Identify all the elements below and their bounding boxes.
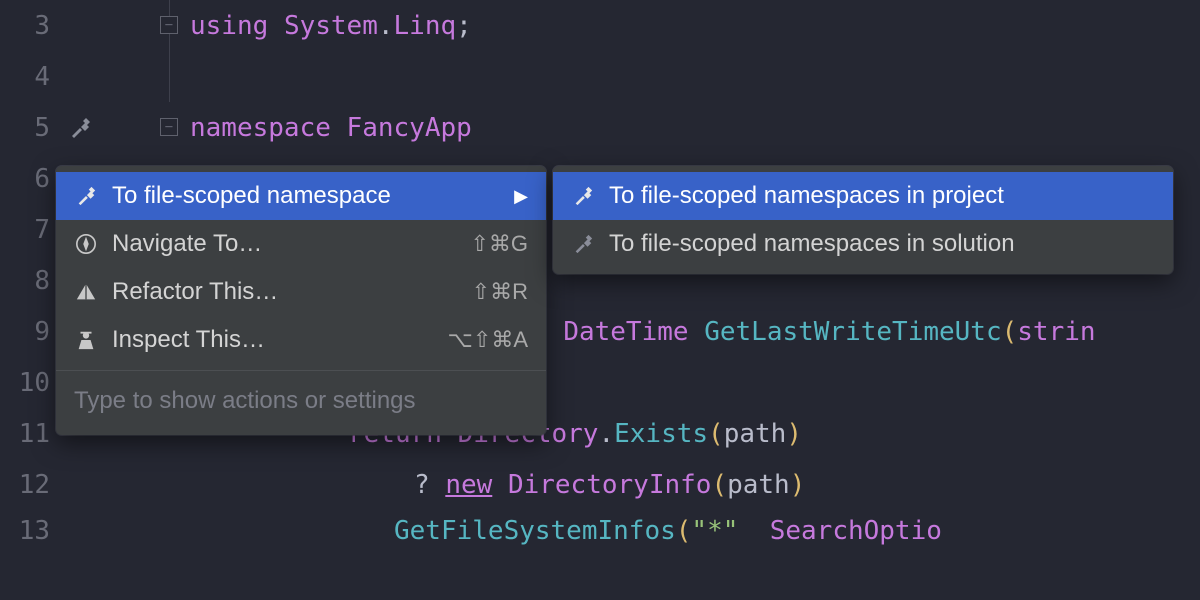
hammer-icon [74, 184, 98, 208]
method-call: Exists [614, 419, 708, 449]
identifier: path [727, 470, 790, 500]
type-ref: DateTime [563, 317, 688, 347]
compass-icon [74, 232, 98, 256]
menu-item-label: To file-scoped namespace [112, 182, 482, 210]
code-line-12: ? new DirectoryInfo(path) [100, 459, 1200, 510]
line-number: 7 [0, 204, 60, 255]
type-ref: DirectoryInfo [508, 470, 712, 500]
line-number: 13 [0, 510, 60, 550]
hammer-icon [571, 232, 595, 256]
line-number: 11 [0, 408, 60, 459]
inspector-icon [74, 328, 98, 352]
keyword-new: new [445, 470, 492, 500]
context-menu: To file-scoped namespace ▶ Navigate To… … [56, 166, 546, 435]
line-number: 5 [0, 102, 60, 153]
line-number: 8 [0, 255, 60, 306]
menu-item-label: Refactor This… [112, 278, 434, 306]
submenu-arrow-icon: ▶ [514, 186, 528, 207]
keyword-namespace: namespace [190, 113, 331, 143]
menu-item-refactor-this[interactable]: Refactor This… ⇧⌘R [56, 268, 546, 316]
code-line-5: namespace FancyApp [100, 102, 1200, 153]
namespace-name: FancyApp [347, 113, 472, 143]
menu-item-label: To file-scoped namespaces in solution [609, 230, 1155, 258]
code-line-13: GetFileSystemInfos("*" SearchOptio [100, 510, 1200, 550]
method-name: GetLastWriteTimeUtc [704, 317, 1001, 347]
line-number: 6 [0, 153, 60, 204]
code-editor: 3 4 5 6 7 8 9 10 11 12 13 − − using Syst… [0, 0, 1200, 600]
pyramid-icon [74, 280, 98, 304]
hammer-icon[interactable] [60, 102, 100, 153]
menu-shortcut: ⇧⌘G [470, 231, 528, 257]
menu-item-label: To file-scoped namespaces in project [609, 182, 1155, 210]
namespace-ref: Linq [394, 11, 457, 41]
menu-item-navigate-to[interactable]: Navigate To… ⇧⌘G [56, 220, 546, 268]
menu-shortcut: ⌥⇧⌘A [448, 327, 528, 353]
param-type: strin [1017, 317, 1095, 347]
hammer-icon [571, 184, 595, 208]
menu-item-label: Navigate To… [112, 230, 432, 258]
menu-shortcut: ⇧⌘R [472, 279, 528, 305]
keyword-using: using [190, 11, 268, 41]
identifier: path [724, 419, 787, 449]
string-literal: "*" [691, 516, 738, 546]
line-number-gutter: 3 4 5 6 7 8 9 10 11 12 13 [0, 0, 60, 600]
submenu-item-project[interactable]: To file-scoped namespaces in project [553, 172, 1173, 220]
submenu-item-solution[interactable]: To file-scoped namespaces in solution [553, 220, 1173, 268]
code-line-4 [100, 51, 1200, 102]
menu-item-to-file-scoped-namespace[interactable]: To file-scoped namespace ▶ [56, 172, 546, 220]
line-number: 3 [0, 0, 60, 51]
code-line-3: using System.Linq; [100, 0, 1200, 51]
line-number: 4 [0, 51, 60, 102]
menu-item-label: Inspect This… [112, 326, 410, 354]
menu-search-hint: Type to show actions or settings [56, 370, 546, 429]
line-number: 9 [0, 306, 60, 357]
context-submenu: To file-scoped namespaces in project To … [553, 166, 1173, 274]
menu-item-inspect-this[interactable]: Inspect This… ⌥⇧⌘A [56, 316, 546, 364]
namespace-ref: System [284, 11, 378, 41]
line-number: 12 [0, 459, 60, 510]
type-ref: SearchOptio [770, 516, 942, 546]
line-number: 10 [0, 357, 60, 408]
method-call: GetFileSystemInfos [394, 516, 676, 546]
